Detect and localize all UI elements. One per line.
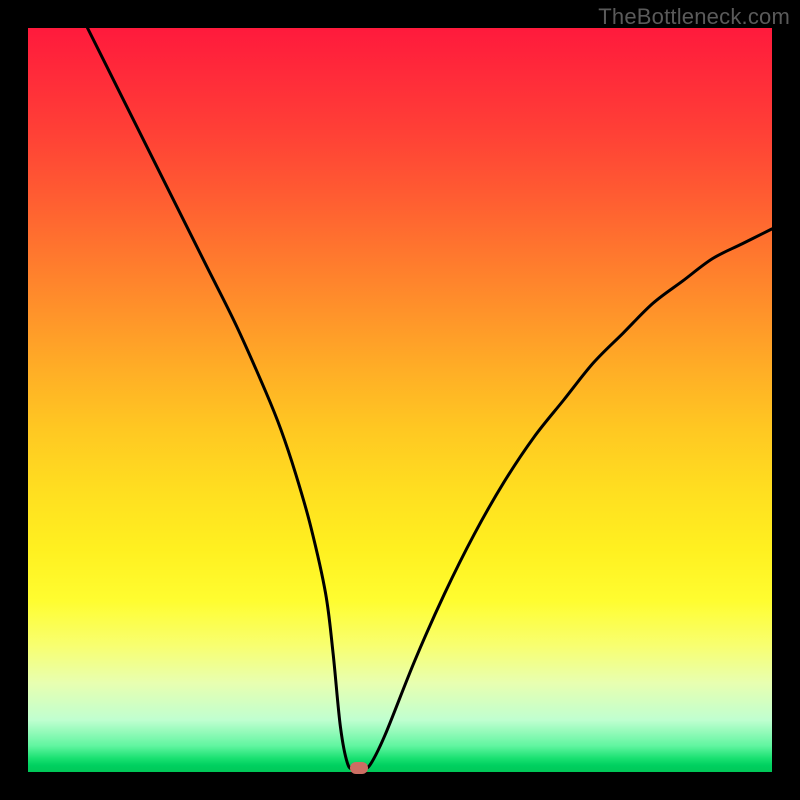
bottleneck-curve	[28, 28, 772, 772]
optimum-marker	[350, 762, 368, 774]
chart-frame: TheBottleneck.com	[0, 0, 800, 800]
watermark-text: TheBottleneck.com	[598, 4, 790, 30]
plot-area	[28, 28, 772, 772]
